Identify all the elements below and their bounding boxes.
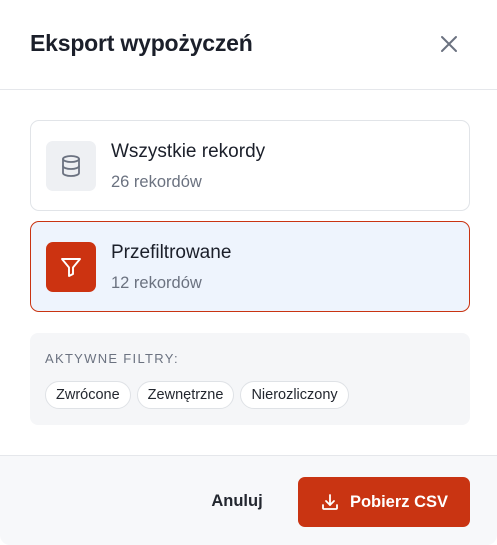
dialog-header: Eksport wypożyczeń <box>0 0 497 90</box>
download-csv-button[interactable]: Pobierz CSV <box>298 477 470 527</box>
database-icon <box>62 155 80 177</box>
active-filters-panel: AKTYWNE FILTRY: Zwrócone Zewnętrzne Nier… <box>30 333 470 425</box>
cancel-button[interactable]: Anuluj <box>196 480 278 522</box>
active-filters-heading: AKTYWNE FILTRY: <box>45 351 179 366</box>
filter-chip: Nierozliczony <box>240 381 349 409</box>
export-dialog: Eksport wypożyczeń Wszystkie rekordy 26 … <box>0 0 497 545</box>
filter-chip-list: Zwrócone Zewnętrzne Nierozliczony <box>45 381 349 409</box>
option-label: Wszystkie rekordy <box>111 141 266 162</box>
option-count: 26 rekordów <box>111 173 202 191</box>
filter-chip: Zewnętrzne <box>136 381 235 409</box>
close-icon <box>441 36 457 52</box>
dialog-footer: Anuluj Pobierz CSV <box>0 455 497 545</box>
option-count: 12 rekordów <box>111 274 202 292</box>
dialog-title: Eksport wypożyczeń <box>30 30 253 56</box>
option-filtered[interactable]: Przefiltrowane 12 rekordów <box>30 221 470 312</box>
option-all-records[interactable]: Wszystkie rekordy 26 rekordów <box>30 120 470 211</box>
filter-icon <box>61 257 81 277</box>
close-button[interactable] <box>434 29 464 59</box>
option-icon-box <box>46 141 96 191</box>
option-label: Przefiltrowane <box>111 242 232 263</box>
download-icon <box>322 494 338 510</box>
download-button-label: Pobierz CSV <box>349 492 449 511</box>
filter-chip: Zwrócone <box>45 381 131 409</box>
option-icon-box <box>46 241 96 292</box>
